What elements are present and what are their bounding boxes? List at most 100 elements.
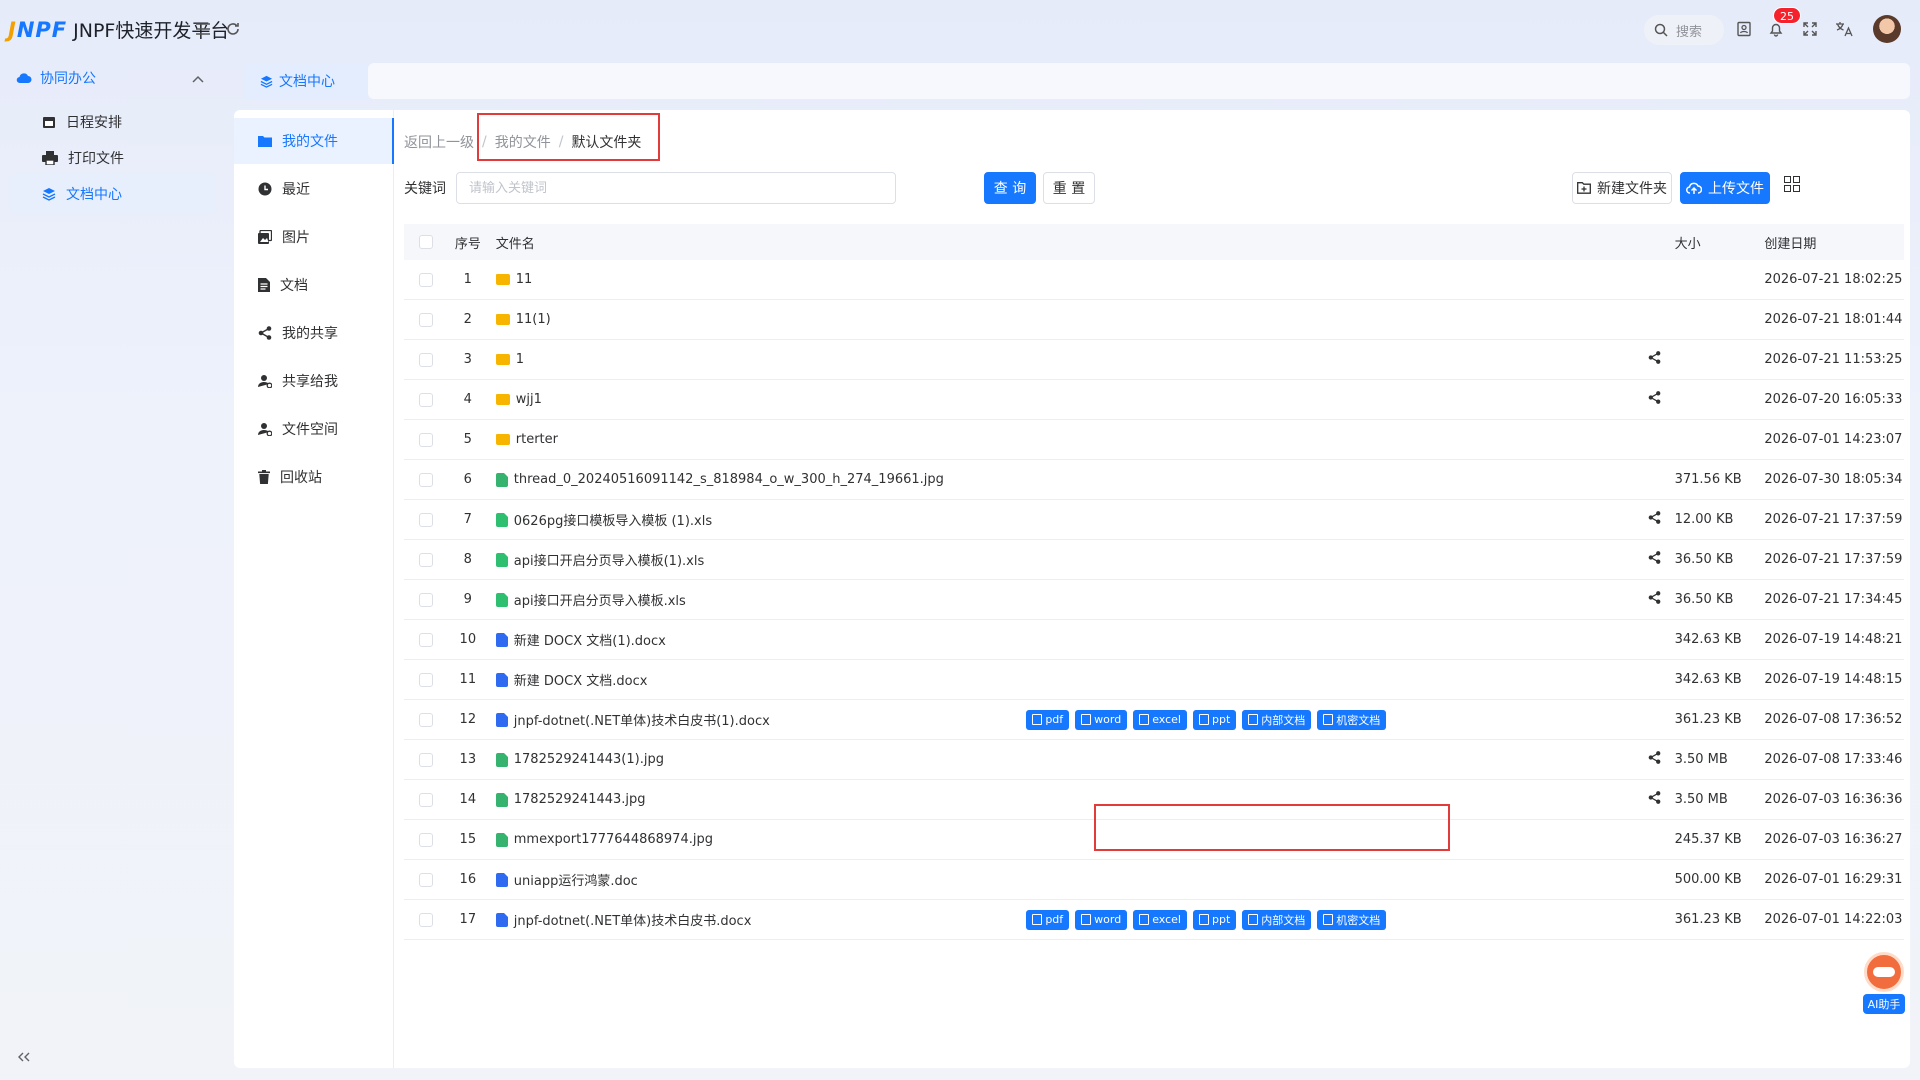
translate-icon[interactable] [1833,18,1855,40]
contact-book-icon[interactable] [1733,18,1755,40]
query-button[interactable]: 查 询 [984,172,1036,204]
table-row[interactable]: 2 11(1) 2026-07-21 18:01:44 [404,300,1904,340]
subnav-file-space[interactable]: 文件空间 [234,406,394,452]
internal-doc-button[interactable]: 内部文档 [1242,909,1312,930]
subnav-my-shares[interactable]: 我的共享 [234,310,394,356]
file-name-cell[interactable]: api接口开启分页导入模板.xls [488,590,1027,609]
chevron-up-icon[interactable] [192,72,204,86]
subnav-my-files[interactable]: 我的文件 [234,118,394,164]
excel-button[interactable]: excel [1133,709,1187,730]
file-name[interactable]: jnpf-dotnet(.NET单体)技术白皮书(1).docx [514,710,770,729]
table-row[interactable]: 3 1 2026-07-21 11:53:25 [404,340,1904,380]
collapse-sidebar-icon[interactable] [18,1047,30,1066]
ai-helper-widget[interactable]: AI助手 [1858,952,1910,1014]
file-name-cell[interactable]: 1782529241443(1).jpg [488,752,1027,767]
table-row[interactable]: 16 uniapp运行鸿蒙.doc 500.00 KB 2026-07-01 16:2… [404,860,1904,900]
grid-view-icon[interactable] [1784,176,1800,192]
row-checkbox[interactable] [404,432,448,447]
table-row[interactable]: 11 新建 DOCX 文档.docx 342.63 KB 2026-07-19 14:… [404,660,1904,700]
ppt-button[interactable]: ppt [1192,909,1237,930]
confidential-doc-button[interactable]: 机密文档 [1317,709,1387,730]
row-checkbox[interactable] [404,632,448,647]
file-name[interactable]: mmexport1777644868974.jpg [514,832,713,847]
file-name-cell[interactable]: 0626pg接口模板导入模板 (1).xls [488,510,1027,529]
table-row[interactable]: 5 rterter 2026-07-01 14:23:07 [404,420,1904,460]
row-checkbox[interactable] [404,672,448,687]
file-name[interactable]: api接口开启分页导入模板.xls [514,590,686,609]
file-name[interactable]: 1 [516,352,524,367]
row-checkbox[interactable] [404,712,448,727]
file-name[interactable]: 1782529241443.jpg [514,792,646,807]
table-row[interactable]: 4 wjj1 2026-07-20 16:05:33 [404,380,1904,420]
pdf-button[interactable]: pdf [1026,909,1070,930]
row-checkbox[interactable] [404,392,448,407]
file-name-cell[interactable]: 11 [488,272,1027,287]
file-name-cell[interactable]: mmexport1777644868974.jpg [488,832,1027,847]
file-name[interactable]: 11 [516,272,533,287]
nav-item-document-center[interactable]: 文档中心 [10,174,216,214]
new-folder-button[interactable]: 新建文件夹 [1572,172,1672,204]
row-checkbox[interactable] [404,512,448,527]
fullscreen-icon[interactable] [1799,18,1821,40]
table-row[interactable]: 12 jnpf-dotnet(.NET单体)技术白皮书(1).docx pdf wor… [404,700,1904,740]
row-checkbox[interactable] [404,352,448,367]
table-row[interactable]: 9 api接口开启分页导入模板.xls 36.50 KB 2026-07-21 17:… [404,580,1904,620]
file-name[interactable]: uniapp运行鸿蒙.doc [514,870,638,889]
breadcrumb-back-link[interactable]: 返回上一级 [404,132,474,152]
file-name-cell[interactable]: wjj1 [488,392,1027,407]
row-checkbox[interactable] [404,792,448,807]
file-name-cell[interactable]: rterter [488,432,1027,447]
subnav-images[interactable]: 图片 [234,214,394,260]
upload-file-button[interactable]: 上传文件 [1680,172,1770,204]
table-row[interactable]: 8 api接口开启分页导入模板(1).xls 36.50 KB 2026-07-21 … [404,540,1904,580]
table-row[interactable]: 17 jnpf-dotnet(.NET单体)技术白皮书.docx pdf word ex… [404,900,1904,940]
row-checkbox[interactable] [404,872,448,887]
subnav-recycle-bin[interactable]: 回收站 [234,454,394,500]
global-search[interactable]: 搜索 [1644,15,1724,45]
table-row[interactable]: 1 11 2026-07-21 18:02:25 [404,260,1904,300]
row-checkbox[interactable] [404,912,448,927]
file-name-cell[interactable]: 新建 DOCX 文档(1).docx [488,630,1027,649]
file-name[interactable]: 11(1) [516,312,551,327]
excel-button[interactable]: excel [1133,909,1187,930]
table-row[interactable]: 6 thread_0_20240516091142_s_818984_o_w_30… [404,460,1904,500]
file-name[interactable]: thread_0_20240516091142_s_818984_o_w_300… [514,472,944,487]
file-name-cell[interactable]: uniapp运行鸿蒙.doc [488,870,1027,889]
file-name[interactable]: rterter [516,432,558,447]
word-button[interactable]: word [1075,709,1128,730]
file-name-cell[interactable]: 1782529241443.jpg [488,792,1027,807]
internal-doc-button[interactable]: 内部文档 [1242,709,1312,730]
refresh-icon[interactable] [222,18,244,40]
user-avatar[interactable] [1873,15,1901,43]
file-name-cell[interactable]: jnpf-dotnet(.NET单体)技术白皮书(1).docx [488,710,1027,729]
tab-document-center[interactable]: 文档中心 [244,63,368,99]
nav-item-print-files[interactable]: 打印文件 [10,138,216,178]
file-name[interactable]: wjj1 [516,392,542,407]
row-checkbox[interactable] [404,592,448,607]
row-checkbox[interactable] [404,832,448,847]
row-checkbox[interactable] [404,312,448,327]
file-name-cell[interactable]: thread_0_20240516091142_s_818984_o_w_300… [488,472,1027,487]
menu-toggle-icon[interactable] [192,18,214,40]
nav-group-collaboration[interactable]: 协同办公 [16,68,96,88]
row-checkbox[interactable] [404,752,448,767]
file-name[interactable]: 新建 DOCX 文档.docx [514,670,648,689]
keyword-input[interactable] [456,172,896,204]
reset-button[interactable]: 重 置 [1043,172,1095,204]
row-checkbox[interactable] [404,272,448,287]
file-name[interactable]: 1782529241443(1).jpg [514,752,664,767]
subnav-shared-with-me[interactable]: 共享给我 [234,358,394,404]
subnav-documents[interactable]: 文档 [234,262,394,308]
table-row[interactable]: 7 0626pg接口模板导入模板 (1).xls 12.00 KB 2026-07-2… [404,500,1904,540]
nav-item-schedule[interactable]: 日程安排 [10,102,216,142]
row-checkbox[interactable] [404,552,448,567]
pdf-button[interactable]: pdf [1026,709,1070,730]
file-name-cell[interactable]: api接口开启分页导入模板(1).xls [488,550,1027,569]
word-button[interactable]: word [1075,909,1128,930]
subnav-recent[interactable]: 最近 [234,166,394,212]
file-name[interactable]: 0626pg接口模板导入模板 (1).xls [514,510,712,529]
file-name-cell[interactable]: 新建 DOCX 文档.docx [488,670,1027,689]
file-name-cell[interactable]: jnpf-dotnet(.NET单体)技术白皮书.docx [488,910,1027,929]
table-row[interactable]: 10 新建 DOCX 文档(1).docx 342.63 KB 2026-07-19 … [404,620,1904,660]
ppt-button[interactable]: ppt [1192,709,1237,730]
